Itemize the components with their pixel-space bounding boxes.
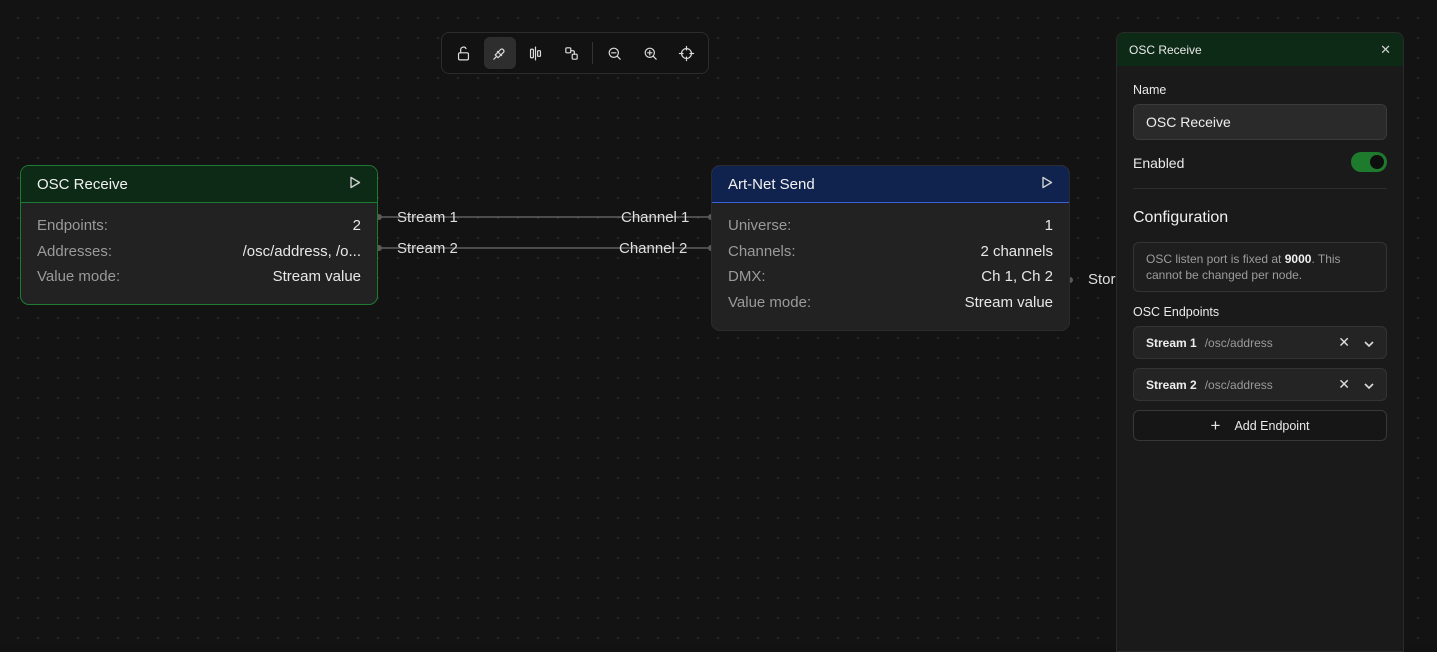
node-artnet-send[interactable]: Art-Net Send Universe: 1 Channels: 2 chann… (711, 165, 1070, 331)
node-osc-receive[interactable]: OSC Receive Endpoints: 2 Addresses: /osc/a… (20, 165, 378, 305)
fit-view-icon[interactable] (670, 37, 702, 69)
row-value: 1 (1044, 217, 1053, 235)
enabled-label: Enabled (1133, 155, 1185, 171)
node-row: Universe: 1 (728, 213, 1053, 239)
toolbar-divider (592, 42, 594, 64)
endpoints-label: OSC Endpoints (1133, 305, 1220, 319)
port-number: 9000 (1284, 252, 1312, 266)
node-header[interactable]: OSC Receive (21, 166, 377, 203)
row-key: Channels: (728, 242, 796, 260)
row-value: 2 (352, 217, 361, 235)
endpoint-name: Stream 2 (1146, 377, 1197, 392)
node-title: Art-Net Send (728, 175, 815, 193)
zoom-in-icon[interactable] (634, 37, 666, 69)
close-icon[interactable]: ✕ (1380, 42, 1391, 58)
row-key: Endpoints: (37, 217, 108, 235)
endpoint-address: /osc/address (1204, 377, 1273, 392)
node-row: Value mode: Stream value (37, 264, 361, 290)
endpoint-address: /osc/address (1204, 335, 1273, 350)
name-label: Name (1133, 83, 1167, 97)
row-value: Stream value (272, 268, 361, 286)
configuration-title: Configuration (1133, 209, 1229, 226)
node-row: DMX: Ch 1, Ch 2 (728, 264, 1053, 290)
divider (1133, 188, 1387, 189)
panel-header: OSC Receive ✕ (1117, 33, 1403, 66)
endpoint-name: Stream 1 (1146, 335, 1197, 350)
row-key: Addresses: (37, 242, 113, 260)
canvas-toolbar (441, 32, 709, 74)
port-info-box: OSC listen port is fixed at 9000. This c… (1133, 242, 1387, 292)
row-value: /osc/address, /o... (242, 242, 361, 260)
layout-icon[interactable] (556, 37, 588, 69)
node-header[interactable]: Art-Net Send (712, 166, 1069, 203)
panel-title: OSC Receive (1129, 42, 1202, 57)
input-port-channel-1[interactable]: Channel 1 (621, 209, 689, 226)
properties-panel: OSC Receive ✕ Name Enabled Configuration… (1116, 32, 1404, 652)
add-endpoint-label: Add Endpoint (1234, 418, 1310, 433)
remove-icon[interactable]: ✕ (1338, 334, 1350, 351)
toggle-knob (1370, 155, 1384, 169)
row-key: Universe: (728, 217, 792, 235)
node-row: Channels: 2 channels (728, 239, 1053, 265)
endpoint-item[interactable]: Stream 2 /osc/address ✕ (1133, 368, 1387, 401)
endpoint-item[interactable]: Stream 1 /osc/address ✕ (1133, 326, 1387, 359)
add-endpoint-button[interactable]: + Add Endpoint (1133, 410, 1387, 441)
play-icon[interactable] (349, 176, 361, 193)
output-port-stream-1[interactable]: Stream 1 (397, 209, 458, 226)
node-row: Endpoints: 2 (37, 213, 361, 239)
row-key: DMX: (728, 268, 766, 286)
chevron-down-icon[interactable] (1364, 336, 1374, 350)
zoom-out-icon[interactable] (598, 37, 630, 69)
chevron-down-icon[interactable] (1364, 378, 1374, 392)
play-icon[interactable] (1041, 176, 1053, 193)
remove-icon[interactable]: ✕ (1338, 376, 1350, 393)
output-port-truncated[interactable]: Stor (1088, 271, 1116, 288)
row-key: Value mode: (37, 268, 121, 286)
output-port-stream-2[interactable]: Stream 2 (397, 240, 458, 257)
row-value: 2 channels (980, 242, 1053, 260)
unlock-icon[interactable] (448, 37, 480, 69)
name-input[interactable] (1133, 104, 1387, 140)
snap-icon[interactable] (483, 37, 516, 69)
row-value: Stream value (964, 293, 1053, 311)
row-value: Ch 1, Ch 2 (981, 268, 1053, 286)
node-row: Addresses: /osc/address, /o... (37, 239, 361, 265)
plus-icon: + (1210, 415, 1221, 435)
align-icon[interactable] (520, 37, 552, 69)
node-title: OSC Receive (37, 175, 128, 193)
node-row: Value mode: Stream value (728, 290, 1053, 316)
enabled-toggle[interactable] (1351, 152, 1387, 172)
row-key: Value mode: (728, 293, 812, 311)
info-text: OSC listen port is fixed at (1146, 252, 1285, 266)
input-port-channel-2[interactable]: Channel 2 (619, 240, 687, 257)
